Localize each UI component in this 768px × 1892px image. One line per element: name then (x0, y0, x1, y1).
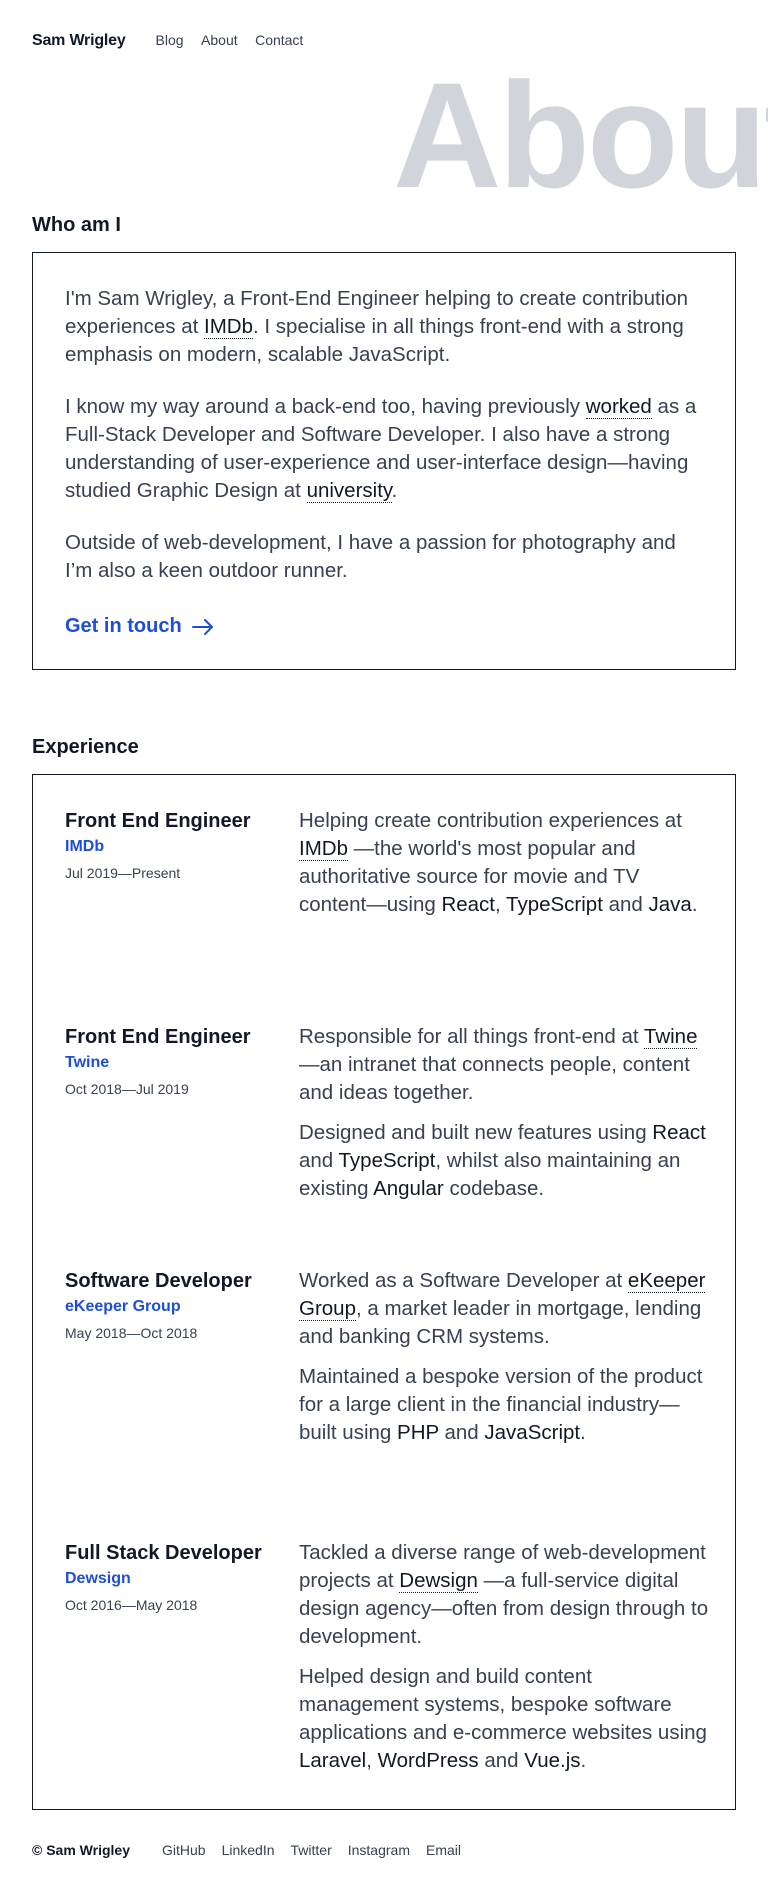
arrow-right-icon (191, 618, 213, 635)
experience-section-title: Experience (32, 736, 139, 758)
job-title: Front End Engineer (65, 810, 251, 832)
company-inline-link[interactable]: IMDb (299, 837, 348, 861)
company-link[interactable]: IMDb (65, 837, 275, 857)
job-title: Full Stack Developer (65, 1542, 262, 1564)
imdb-link[interactable]: IMDb (204, 315, 254, 339)
footer-link-twitter[interactable]: Twitter (291, 1842, 332, 1858)
about-paragraph-1: I'm Sam Wrigley, a Front-End Engineer he… (65, 287, 689, 366)
worked-link[interactable]: worked (585, 395, 652, 419)
footer-link-instagram[interactable]: Instagram (348, 1842, 410, 1858)
footer-link-linkedin[interactable]: LinkedIn (222, 1842, 275, 1858)
job-dates: Oct 2018—Jul 2019 (65, 1081, 189, 1097)
experience-card: Front End Engineer IMDb Jul 2019—Present… (32, 774, 736, 1810)
copyright: © Sam Wrigley (32, 1842, 130, 1858)
job-description: Responsible for all things front-end at … (299, 1025, 706, 1200)
footer-link-email[interactable]: Email (426, 1842, 461, 1858)
university-link[interactable]: university (306, 479, 392, 503)
about-card: I'm Sam Wrigley, a Front-End Engineer he… (32, 252, 736, 670)
job-description: Helping create contribution experiences … (299, 809, 698, 916)
company-inline-link[interactable]: Twine (643, 1025, 698, 1049)
hero-heading: About (393, 51, 768, 190)
job-title: Software Developer (65, 1270, 252, 1292)
job-dates: Jul 2019—Present (65, 865, 181, 881)
job-description: Worked as a Software Developer at eKeepe… (299, 1269, 706, 1444)
job-dates: May 2018—Oct 2018 (65, 1325, 198, 1341)
company-inline-link[interactable]: Dewsign (399, 1569, 478, 1593)
company-link[interactable]: Dewsign (65, 1569, 275, 1589)
site-footer: © Sam Wrigley GitHub LinkedIn Twitter In… (32, 1842, 477, 1858)
about-paragraph-3: Outside of web-development, I have a pas… (65, 531, 676, 582)
about-section-title: Who am I (32, 214, 121, 236)
job-dates: Oct 2016—May 2018 (65, 1597, 198, 1613)
job-title: Front End Engineer (65, 1026, 251, 1048)
hero-clip: About (0, 0, 768, 190)
about-paragraph-2: I know my way around a back-end too, hav… (65, 395, 697, 503)
footer-link-github[interactable]: GitHub (162, 1842, 206, 1858)
company-link[interactable]: Twine (65, 1053, 275, 1073)
company-link[interactable]: eKeeper Group (65, 1297, 275, 1317)
get-in-touch-link[interactable]: Get in touch (65, 615, 214, 638)
job-description: Tackled a diverse range of web-developme… (299, 1541, 709, 1772)
